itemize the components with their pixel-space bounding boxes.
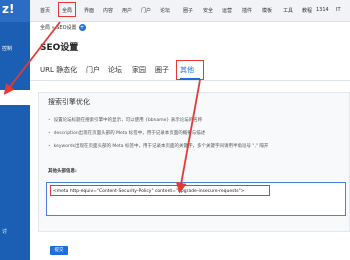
tip-title: 设置论坛标题在搜索引擎中的显示，可以使用 {bbname} 表示论坛的名称 [48, 117, 203, 123]
tab-url-static[interactable]: URL 静态化 [40, 65, 77, 75]
nav-item-templates[interactable]: 模板 [262, 7, 272, 14]
breadcrumb-text[interactable]: 全局 » SEO设置 [40, 25, 77, 31]
nav-item-forum[interactable]: 论坛 [160, 7, 170, 14]
extra-head-label: 其他头部信息: [48, 169, 77, 174]
add-shortcut-icon[interactable]: + [78, 24, 86, 31]
logo-text: z! [2, 2, 15, 16]
tabs-divider [30, 80, 350, 81]
nav-global-highlight [58, 2, 76, 17]
sidebar-item-discuss[interactable]: 讨 [2, 228, 28, 235]
nav-item-security[interactable]: 安全 [203, 7, 213, 14]
section-title: 搜索引擎优化 [48, 98, 90, 106]
nav-item-home[interactable]: 首页 [40, 7, 50, 14]
nav-item-plugins[interactable]: 插件 [242, 7, 252, 14]
tab-groups[interactable]: 圈子 [155, 65, 169, 75]
sidebar: z! 控制 讨 [0, 0, 30, 260]
nav-item-tutorials[interactable]: 教程 [302, 7, 312, 14]
nav-item-users[interactable]: 用户 [122, 7, 132, 14]
tab-home[interactable]: 家园 [132, 65, 146, 75]
nav-item-interface[interactable]: 界面 [84, 7, 94, 14]
tab-other-underline [180, 78, 200, 80]
nav-item-1314[interactable]: 1314 [316, 7, 329, 13]
page-title: SEO设置 [40, 43, 79, 53]
nav-item-operations[interactable]: 运营 [222, 7, 232, 14]
tip-description: description出现在页面头部的 Meta 标签中，用于记录本页面的概要与… [48, 130, 206, 136]
nav-item-groups[interactable]: 圈子 [183, 7, 193, 14]
tab-other[interactable]: 其他 [180, 65, 194, 75]
nav-item-content[interactable]: 内容 [103, 7, 113, 14]
tab-portal[interactable]: 门户 [86, 65, 100, 75]
nav-item-it[interactable]: IT [336, 7, 341, 13]
sidebar-item-control[interactable]: 控制 [2, 45, 28, 52]
sidebar-item-active[interactable] [0, 90, 30, 105]
meta-highlight [50, 185, 270, 196]
tip-keywords: keywords出现在页面头部的 Meta 标签中，用于记录本页面的关键字，多个… [48, 143, 269, 149]
nav-item-portal[interactable]: 门户 [141, 7, 151, 14]
nav-item-tools[interactable]: 工具 [283, 7, 293, 14]
submit-button[interactable]: 提交 [50, 246, 68, 255]
logo: z! [0, 0, 30, 22]
tab-forum[interactable]: 论坛 [108, 65, 122, 75]
breadcrumb: 全局 » SEO设置 + [40, 24, 86, 31]
